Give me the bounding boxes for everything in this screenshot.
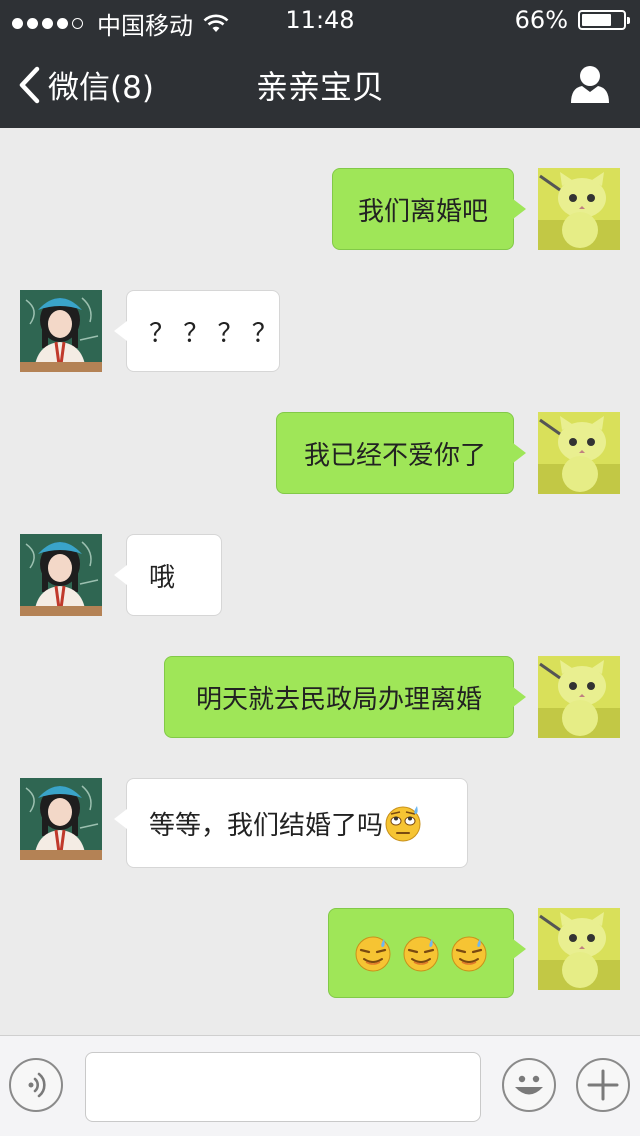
- message-row: 等等，我们结婚了吗: [0, 778, 640, 868]
- girl-avatar-image: [20, 778, 102, 860]
- message-bubble[interactable]: 明天就去民政局办理离婚: [164, 656, 526, 738]
- message-input[interactable]: [85, 1052, 481, 1122]
- message-bubble[interactable]: ？ ？ ？ ？: [114, 290, 280, 372]
- battery-status: 66%: [514, 6, 630, 34]
- smiley-icon: [515, 1075, 543, 1095]
- navigation-bar: 微信(8) 亲亲宝贝: [0, 40, 640, 128]
- sweat-roll-eyes-face-icon: [385, 806, 421, 842]
- voice-button[interactable]: [9, 1058, 63, 1112]
- message-text: 我们离婚吧: [357, 196, 488, 227]
- message-bubble[interactable]: 我们离婚吧: [332, 168, 526, 250]
- avatar[interactable]: [538, 656, 620, 738]
- avatar[interactable]: [20, 534, 102, 616]
- voice-icon: [28, 1072, 46, 1098]
- cat-avatar-image: [538, 908, 620, 990]
- smug-sweat-face-icon: [451, 936, 487, 972]
- avatar[interactable]: [20, 778, 102, 860]
- battery-tip: [627, 17, 630, 24]
- emoji-button[interactable]: [502, 1058, 556, 1112]
- message-text: 等等，我们结婚了吗: [149, 810, 384, 841]
- message-bubble[interactable]: [328, 908, 526, 998]
- chat-title: 亲亲宝贝: [255, 68, 384, 106]
- more-button[interactable]: [576, 1058, 630, 1112]
- cat-avatar-image: [538, 412, 620, 494]
- cat-avatar-image: [538, 168, 620, 250]
- message-bubble[interactable]: 哦: [114, 534, 222, 616]
- message-row: 明天就去民政局办理离婚: [0, 656, 640, 738]
- avatar[interactable]: [20, 290, 102, 372]
- message-text: 明天就去民政局办理离婚: [195, 684, 482, 715]
- avatar[interactable]: [538, 908, 620, 990]
- message-bubble[interactable]: 等等，我们结婚了吗: [114, 778, 468, 868]
- girl-avatar-image: [20, 534, 102, 616]
- avatar[interactable]: [538, 412, 620, 494]
- input-bar: [0, 1035, 640, 1136]
- smug-sweat-face-icon: [403, 936, 439, 972]
- battery-percent: 66%: [514, 6, 568, 34]
- message-text: 我已经不爱你了: [303, 440, 486, 471]
- message-row: ？ ？ ？ ？: [0, 290, 640, 372]
- girl-avatar-image: [20, 290, 102, 372]
- profile-icon[interactable]: [570, 64, 610, 104]
- plus-icon: [587, 1069, 619, 1101]
- message-row: 我们离婚吧: [0, 168, 640, 250]
- message-text: 哦: [149, 562, 176, 593]
- message-text: ？ ？ ？ ？: [149, 318, 278, 349]
- cat-avatar-image: [538, 656, 620, 738]
- message-bubble[interactable]: 我已经不爱你了: [276, 412, 526, 494]
- message-row: [0, 908, 640, 998]
- message-row: 哦: [0, 534, 640, 616]
- message-row: 我已经不爱你了: [0, 412, 640, 494]
- smug-sweat-face-icon: [355, 936, 391, 972]
- chat-messages[interactable]: 我们离婚吧 ？ ？ ？ ？ 我已经不爱你了 哦 明天就去民政局办理离婚 等等，我…: [0, 128, 640, 1035]
- avatar[interactable]: [538, 168, 620, 250]
- status-bar: 中国移动 11:48 66%: [0, 0, 640, 40]
- battery-level-fill: [582, 14, 612, 26]
- message-emoji-group: [353, 933, 489, 973]
- battery-icon: [578, 10, 630, 30]
